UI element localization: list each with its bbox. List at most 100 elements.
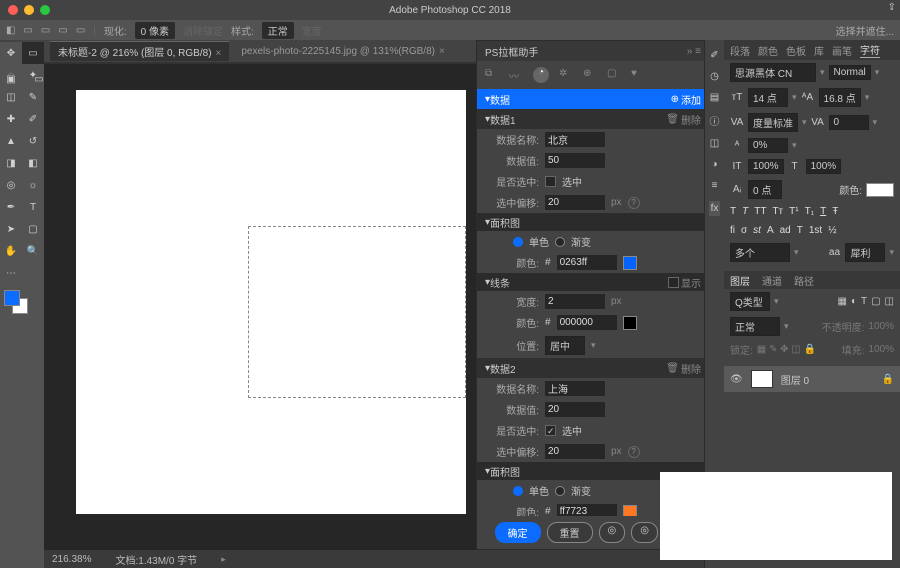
cube-icon[interactable]: ▢ — [607, 68, 621, 82]
close-icon[interactable]: × — [439, 46, 445, 57]
area2-color-input[interactable] — [557, 504, 617, 516]
tab-paragraph[interactable]: 段落 — [730, 43, 750, 58]
allcaps-icon[interactable]: TT — [754, 206, 766, 217]
type-tool[interactable]: T — [22, 196, 44, 218]
d2-selected-checkbox[interactable] — [545, 425, 556, 436]
gradient-tool[interactable]: ◧ — [22, 152, 44, 174]
tab-doc2[interactable]: pexels-photo-2225145.jpg @ 131%(RGB/8)× — [233, 44, 452, 59]
font-size[interactable]: 14 点 — [748, 88, 788, 107]
share-icon[interactable]: ⇪ — [888, 2, 896, 13]
underline-icon[interactable]: T — [820, 206, 826, 217]
superscript-icon[interactable]: T¹ — [789, 206, 798, 217]
d1-offset-input[interactable] — [545, 195, 605, 210]
reset-button[interactable]: 重置 — [547, 522, 593, 543]
globe-icon[interactable]: ⊕ — [583, 68, 597, 82]
line-position-select[interactable]: 居中 — [545, 336, 585, 355]
hscale[interactable]: 100% — [806, 159, 842, 174]
footer-action2[interactable]: ◎ — [631, 522, 658, 543]
history-brush-tool[interactable]: ↺ — [22, 130, 44, 152]
marquee-add-icon[interactable]: ▭ — [41, 25, 50, 36]
heart-icon[interactable]: ♥ — [631, 68, 645, 82]
line-color-swatch[interactable] — [623, 316, 637, 330]
filter-adjust-icon[interactable]: ◐ — [851, 296, 857, 307]
color-swatches[interactable] — [4, 290, 44, 320]
tab-glyph[interactable]: 画笔 — [832, 43, 852, 58]
history-panel-icon[interactable]: ◷ — [710, 71, 719, 82]
brush-panel-icon[interactable]: ✐ — [710, 50, 718, 61]
brush-tool[interactable]: ✐ — [22, 108, 44, 130]
baseline2[interactable]: 0 点 — [748, 180, 782, 199]
area1-header[interactable]: ▾面积图 — [477, 213, 709, 231]
area1-color-swatch[interactable] — [623, 256, 637, 270]
pie-chart-icon[interactable]: ◔ — [533, 67, 549, 83]
kerning[interactable]: 度量标准 — [748, 113, 798, 132]
actions-panel-icon[interactable]: ▤ — [710, 92, 719, 103]
foreground-swatch[interactable] — [4, 290, 20, 306]
marquee-intersect-icon[interactable]: ▭ — [76, 25, 85, 36]
tab-paths[interactable]: 路径 — [794, 273, 814, 288]
tab-character[interactable]: 字符 — [860, 42, 880, 58]
help-icon[interactable]: ? — [628, 197, 640, 209]
styles-panel-icon[interactable]: fx — [709, 201, 721, 216]
italic-icon[interactable]: T — [742, 206, 748, 217]
aa-select[interactable]: 犀利 — [845, 243, 885, 262]
quickmask-icon[interactable]: ▣ — [0, 68, 22, 90]
libraries-panel-icon[interactable]: ≡ — [712, 180, 718, 191]
d2-offset-input[interactable] — [545, 444, 605, 459]
filter-pixel-icon[interactable]: ▦ — [837, 296, 846, 307]
lock-icons[interactable]: ▦ ✎ ✥ ◫ 🔒 — [757, 344, 816, 355]
baseline-shift[interactable]: 0% — [748, 138, 788, 153]
layer-thumb[interactable] — [751, 370, 773, 388]
tab-swatches[interactable]: 色板 — [786, 43, 806, 58]
visibility-icon[interactable]: 👁 — [730, 374, 743, 385]
lock-icon[interactable]: 🔒 — [882, 374, 894, 385]
delete-data1-button[interactable]: 🗑 删除 — [666, 112, 701, 127]
marquee-single-icon[interactable]: ▭ — [23, 25, 32, 36]
heal-tool[interactable]: ✚ — [0, 108, 22, 130]
layer-row[interactable]: 👁 图层 0 🔒 — [724, 366, 900, 392]
feather-value[interactable]: 0 像素 — [135, 22, 175, 39]
data2-header[interactable]: ▾数据2🗑 删除 — [477, 358, 709, 378]
delete-data2-button[interactable]: 🗑 删除 — [666, 361, 701, 376]
close-icon[interactable]: × — [216, 48, 222, 59]
line-width-input[interactable] — [545, 294, 605, 309]
tab-lib[interactable]: 库 — [814, 43, 824, 58]
area1-gradient-radio[interactable] — [555, 237, 565, 247]
minimize-window[interactable] — [24, 5, 34, 15]
d1-name-input[interactable] — [545, 132, 605, 147]
zoom-readout[interactable]: 216.38% — [52, 554, 91, 565]
zoom-tool[interactable]: 🔍 — [22, 240, 44, 262]
line-color-input[interactable] — [557, 315, 617, 330]
bold-icon[interactable]: T — [730, 206, 736, 217]
layer-name[interactable]: 图层 0 — [781, 372, 809, 387]
d2-name-input[interactable] — [545, 381, 605, 396]
tracking[interactable]: 0 — [829, 115, 869, 130]
move-tool[interactable]: ✥ — [0, 42, 22, 64]
ok-button[interactable]: 确定 — [495, 522, 541, 543]
line-header[interactable]: ▾线条显示 — [477, 273, 709, 291]
stamp-tool[interactable]: ▲ — [0, 130, 22, 152]
area2-color-swatch[interactable] — [623, 505, 637, 517]
strike-icon[interactable]: Ŧ — [832, 206, 838, 217]
collapse-icon[interactable]: » ≡ — [687, 46, 701, 57]
select-and-mask-button[interactable]: 选择并遮住... — [836, 23, 894, 38]
footer-action1[interactable]: ◎ — [599, 522, 626, 543]
close-window[interactable] — [8, 5, 18, 15]
status-menu-icon[interactable]: ▸ — [221, 554, 226, 565]
style-select[interactable]: 正常 — [262, 22, 294, 39]
line-show-toggle[interactable]: 显示 — [668, 275, 701, 290]
more-tools[interactable]: ⋯ — [0, 262, 22, 284]
font-select[interactable]: 思源黑体 CN — [730, 63, 816, 82]
layer-kind[interactable]: Q类型 — [730, 292, 770, 311]
properties-panel-icon[interactable]: ◫ — [710, 138, 719, 149]
weight-select[interactable]: Normal — [829, 65, 871, 80]
pen-tool[interactable]: ✒ — [0, 196, 22, 218]
d1-selected-checkbox[interactable] — [545, 176, 556, 187]
subscript-icon[interactable]: T₁ — [805, 206, 814, 217]
tab-doc1[interactable]: 未标题-2 @ 216% (图层 0, RGB/8)× — [50, 41, 229, 61]
maximize-window[interactable] — [40, 5, 50, 15]
smallcaps-icon[interactable]: Tᴛ — [772, 206, 783, 217]
blend-mode[interactable]: 正常 — [730, 317, 780, 336]
hand-tool[interactable]: ✋ — [0, 240, 22, 262]
dodge-tool[interactable]: ☼ — [22, 174, 44, 196]
